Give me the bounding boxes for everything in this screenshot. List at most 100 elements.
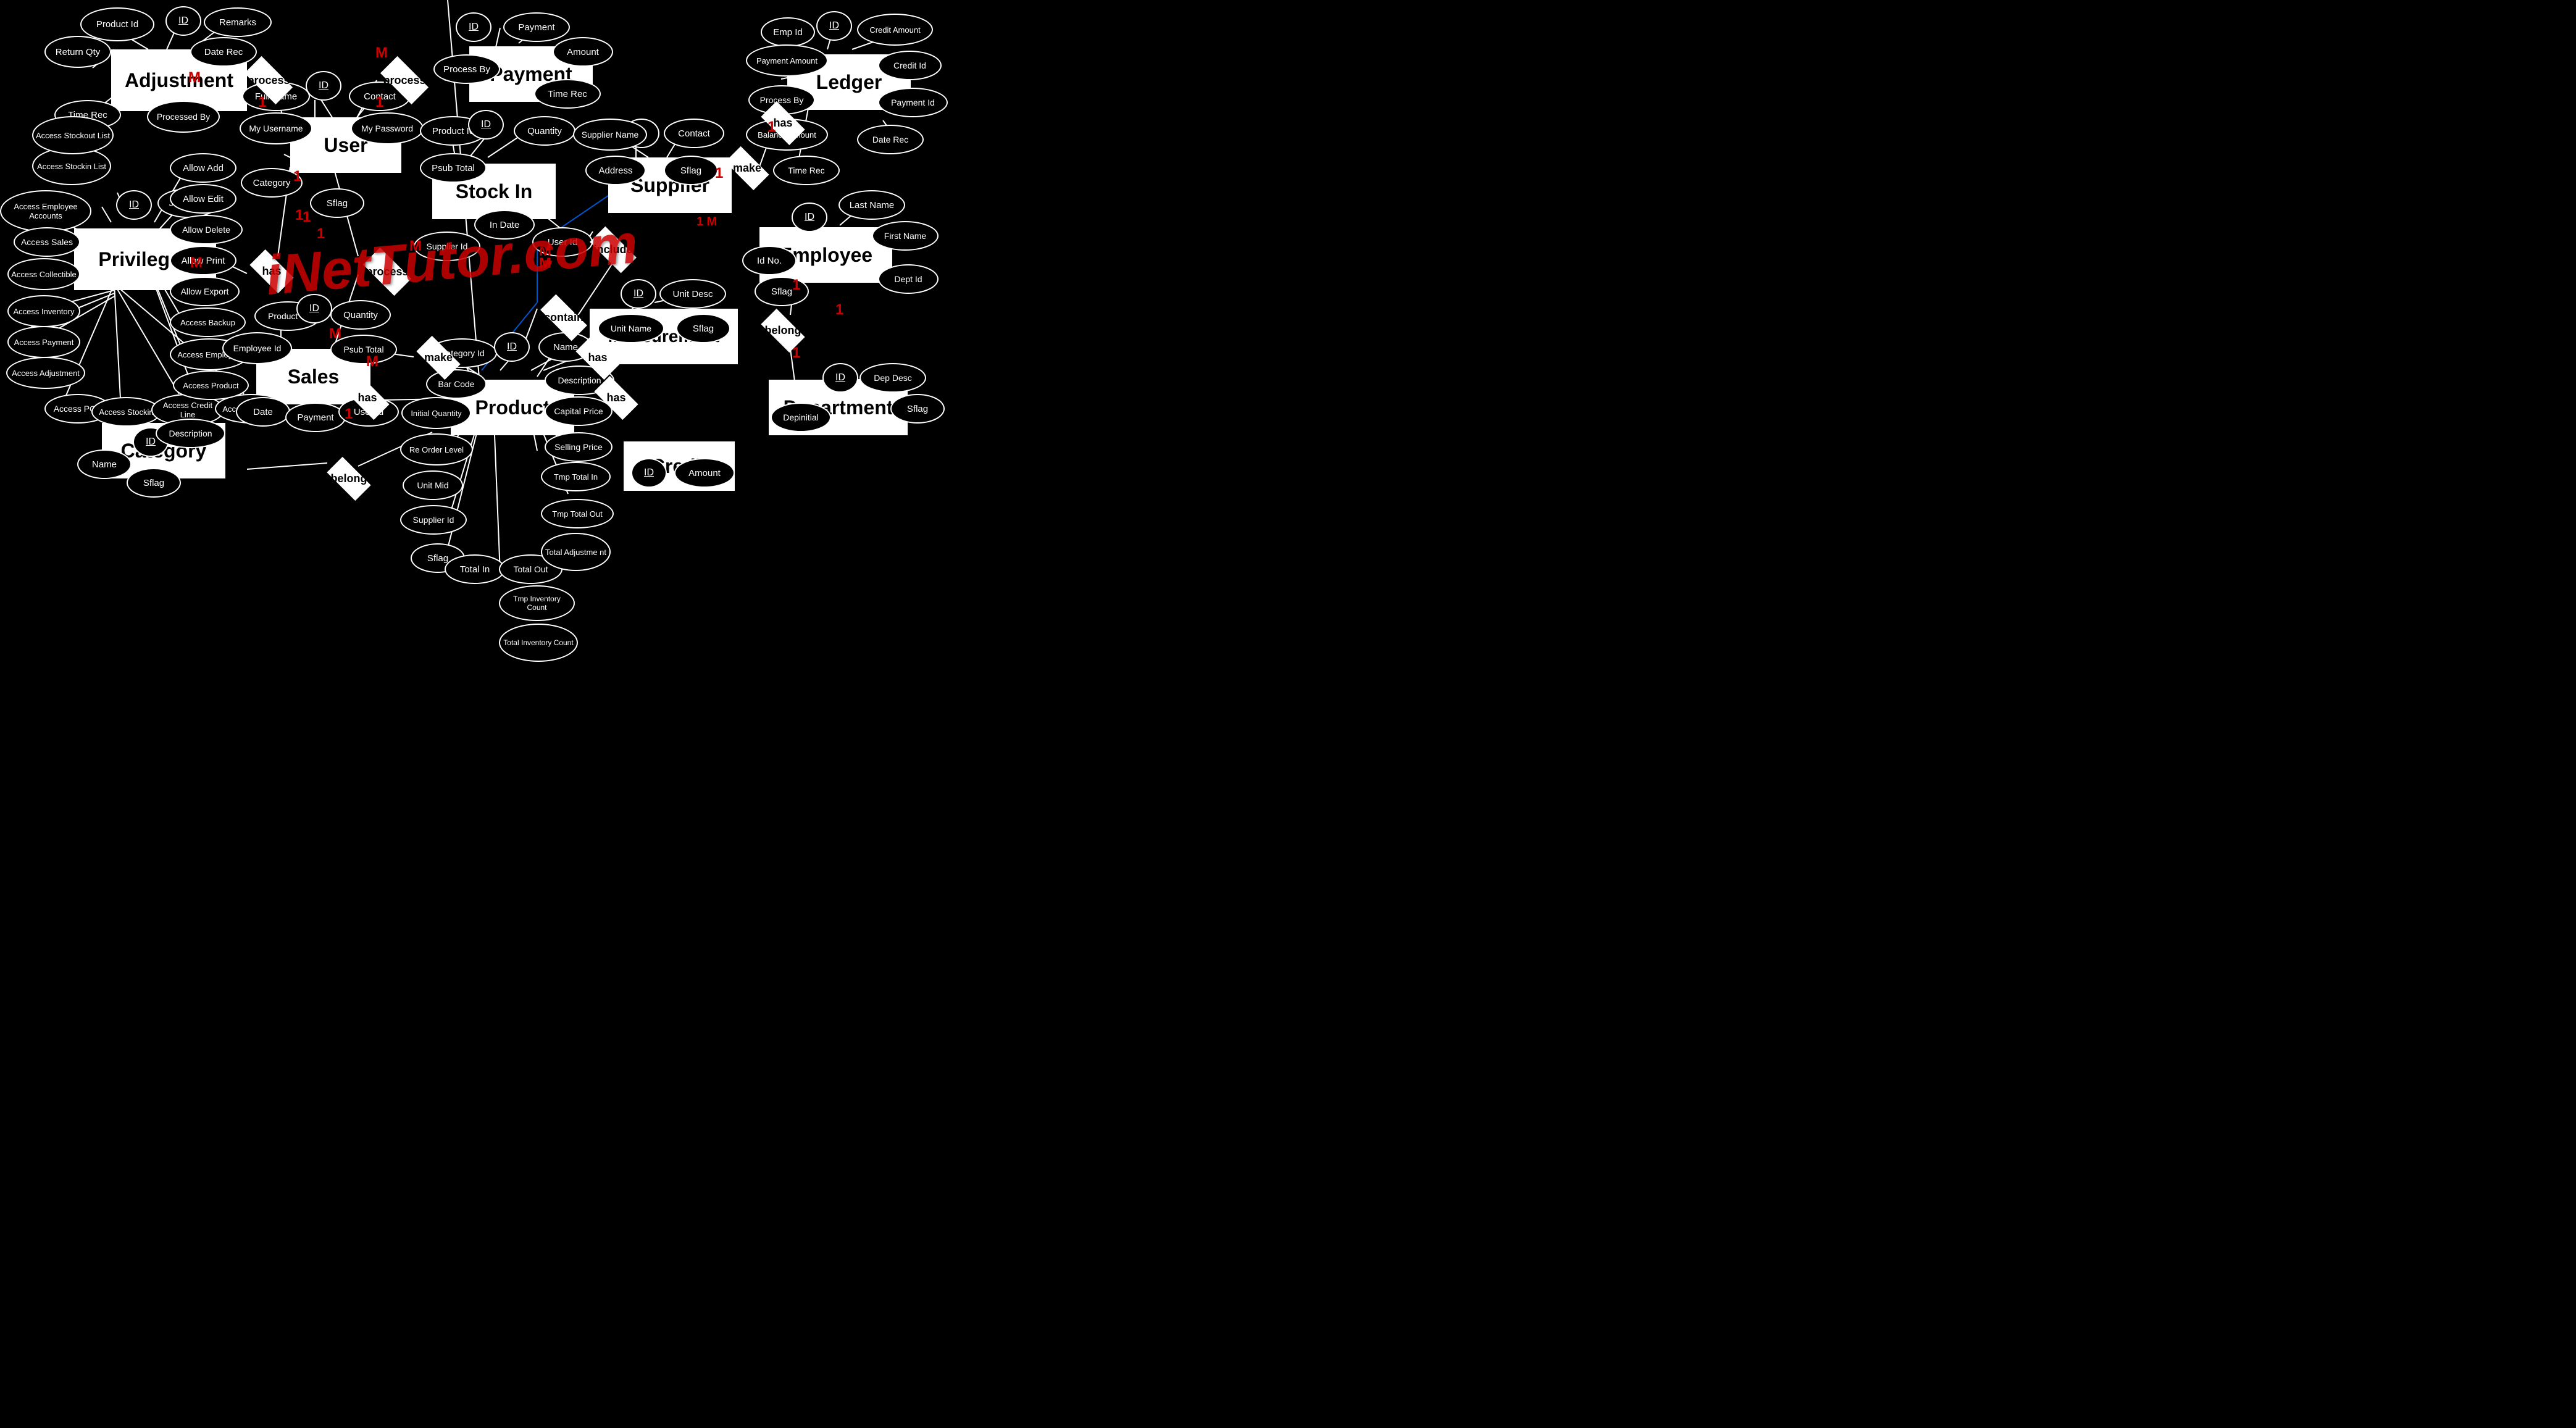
- card-1-7: 1: [345, 406, 353, 423]
- diamond-process2: process: [370, 62, 438, 99]
- attr-sup-sflag: Sflag: [664, 156, 718, 185]
- card-1-12: 1: [767, 119, 776, 136]
- attr-priv-id: ID: [116, 190, 152, 220]
- diamond-belong2: belong: [752, 314, 814, 348]
- attr-meas-unitname: Unit Name: [598, 314, 664, 343]
- attr-priv-accessproduct: Access Product: [173, 370, 249, 400]
- card-1-1: 1: [258, 94, 266, 111]
- attr-prod-totalinventory: Total Inventory Count: [499, 624, 578, 662]
- attr-meas-id: ID: [621, 279, 656, 309]
- attr-priv-accessbackup: Access Backup: [170, 307, 246, 337]
- attr-pay-payment: Payment: [503, 12, 570, 42]
- attr-adj-remarks: Remarks: [204, 7, 272, 37]
- diamond-make2: make: [408, 341, 469, 375]
- card-1-8: 1: [303, 209, 311, 226]
- attr-emp-sflag: Sflag: [755, 277, 809, 306]
- attr-prod-totalin: Total In: [445, 554, 505, 584]
- attr-adj-productid: Product Id: [80, 7, 154, 41]
- attr-user-sflag: Sflag: [310, 188, 364, 218]
- attr-led-id: ID: [816, 11, 852, 41]
- attr-dept-sflag: Sflag: [890, 394, 945, 424]
- attr-adj-returnqty: Return Qty: [44, 36, 111, 68]
- attr-priv-accessstockin2: Access Stockin: [91, 397, 161, 427]
- attr-cat-description: Description: [156, 419, 225, 448]
- attr-priv-accesspayment: Access Payment: [7, 326, 80, 358]
- attr-dept-id: ID: [822, 363, 858, 393]
- attr-prod-tmptotalin: Tmp Total In: [541, 462, 611, 491]
- attr-prod-tmptotalinventory: Tmp Inventory Count: [499, 585, 575, 621]
- attr-priv-accesssales: Access Sales: [14, 227, 80, 257]
- attr-sup-suppliername: Supplier Name: [573, 119, 647, 151]
- card-m1: M: [188, 69, 201, 86]
- attr-si-quantity: Quantity: [514, 116, 575, 146]
- attr-prod-supplierid: Supplier Id: [400, 505, 467, 535]
- attr-priv-accessstockoutlist: Access Stockout List: [32, 116, 114, 154]
- attr-meas-sflag: Sflag: [676, 314, 730, 343]
- attr-led-timerec: Time Rec: [773, 156, 840, 185]
- attr-credit-id: ID: [631, 458, 667, 488]
- attr-prod-reorderlevel: Re Order Level: [400, 433, 473, 466]
- diamond-make1: make: [716, 151, 778, 185]
- attr-prod-tmptotalout: Tmp Total Out: [541, 499, 614, 528]
- attr-emp-firstname: First Name: [872, 221, 939, 251]
- attr-dept-depdesc: Dep Desc: [859, 363, 926, 393]
- attr-priv-allowdelete: Allow Delete: [170, 215, 243, 244]
- attr-priv-allowedit: Allow Edit: [170, 184, 236, 214]
- attr-priv-accesscollectible: Access Collectible: [7, 258, 80, 290]
- attr-priv-accessinventory: Access Inventory: [7, 295, 80, 327]
- diamond-has-prod: has: [567, 341, 629, 375]
- attr-pay-processBy: Process By: [433, 54, 500, 84]
- attr-prod-id: ID: [494, 332, 530, 362]
- attr-sales-employeeid: Employee Id: [222, 332, 292, 364]
- diamond-has-led: has: [752, 106, 814, 140]
- attr-cat-sflag: Sflag: [127, 468, 181, 498]
- attr-pay-id: ID: [456, 12, 491, 42]
- connection-lines: [0, 0, 2576, 1428]
- attr-user-myusername: My Username: [240, 112, 312, 144]
- attr-emp-id: ID: [792, 203, 827, 232]
- card-1m: 1 M: [696, 215, 717, 229]
- card-1-10: 1: [792, 344, 800, 362]
- attr-emp-lastname: Last Name: [838, 190, 905, 220]
- attr-adj-id: ID: [165, 6, 201, 36]
- attr-prod-tmpadjust: Total Adjustme nt: [541, 533, 611, 571]
- attr-priv-allowadd: Allow Add: [170, 153, 236, 183]
- attr-led-empid: Emp Id: [761, 17, 815, 47]
- diamond-has-meas: has: [585, 381, 647, 415]
- card-1-6: 1: [715, 165, 723, 182]
- card-1-3: 1: [293, 168, 301, 185]
- attr-prod-initialqty: Initial Quantity: [401, 397, 471, 429]
- attr-dept-depinitial: Depinitial: [771, 403, 831, 432]
- card-m7: M: [366, 353, 378, 370]
- attr-sup-contact: Contact: [664, 119, 724, 148]
- attr-pay-timerec: Time Rec: [534, 79, 601, 109]
- attr-led-creditid: Credit Id: [878, 51, 942, 80]
- attr-emp-idno: Id No.: [742, 246, 797, 275]
- attr-priv-accessadjustment: Access Adjustment: [6, 357, 85, 389]
- attr-sup-address: Address: [585, 156, 646, 185]
- diamond-contain: contain: [530, 301, 598, 335]
- attr-si-id: ID: [468, 110, 504, 140]
- attr-cat-name: Name: [77, 449, 132, 479]
- attr-pay-amount: Amount: [553, 37, 613, 67]
- attr-user-mypassword: My Password: [351, 112, 424, 144]
- attr-led-paymentamount: Payment Amount: [746, 44, 828, 77]
- attr-si-psubtotal: Psub Total: [420, 153, 487, 183]
- card-1-9: 1: [792, 277, 800, 294]
- er-diagram: Adjustment User Payment Privileges Stock…: [0, 0, 2576, 1428]
- attr-led-creditamount: Credit Amount: [857, 14, 933, 46]
- card-1-2: 1: [375, 94, 383, 111]
- card-m8: M: [329, 325, 341, 343]
- attr-meas-unitdesc: Unit Desc: [659, 279, 726, 309]
- attr-prod-sellingprice: Selling Price: [545, 432, 613, 462]
- attr-adj-processedby: Processed By: [147, 101, 220, 133]
- attr-sales-date: Date: [236, 397, 290, 427]
- attr-emp-deptid: Dept Id: [878, 264, 939, 294]
- attr-user-id: ID: [306, 71, 341, 101]
- diamond-process1: process: [235, 62, 303, 99]
- diamond-belong1: belong: [318, 462, 380, 496]
- card-m2: M: [375, 44, 388, 62]
- attr-priv-allowexport: Allow Export: [170, 277, 240, 306]
- attr-priv-allowprint: Allow Print: [170, 246, 236, 275]
- card-m3: M: [190, 254, 203, 272]
